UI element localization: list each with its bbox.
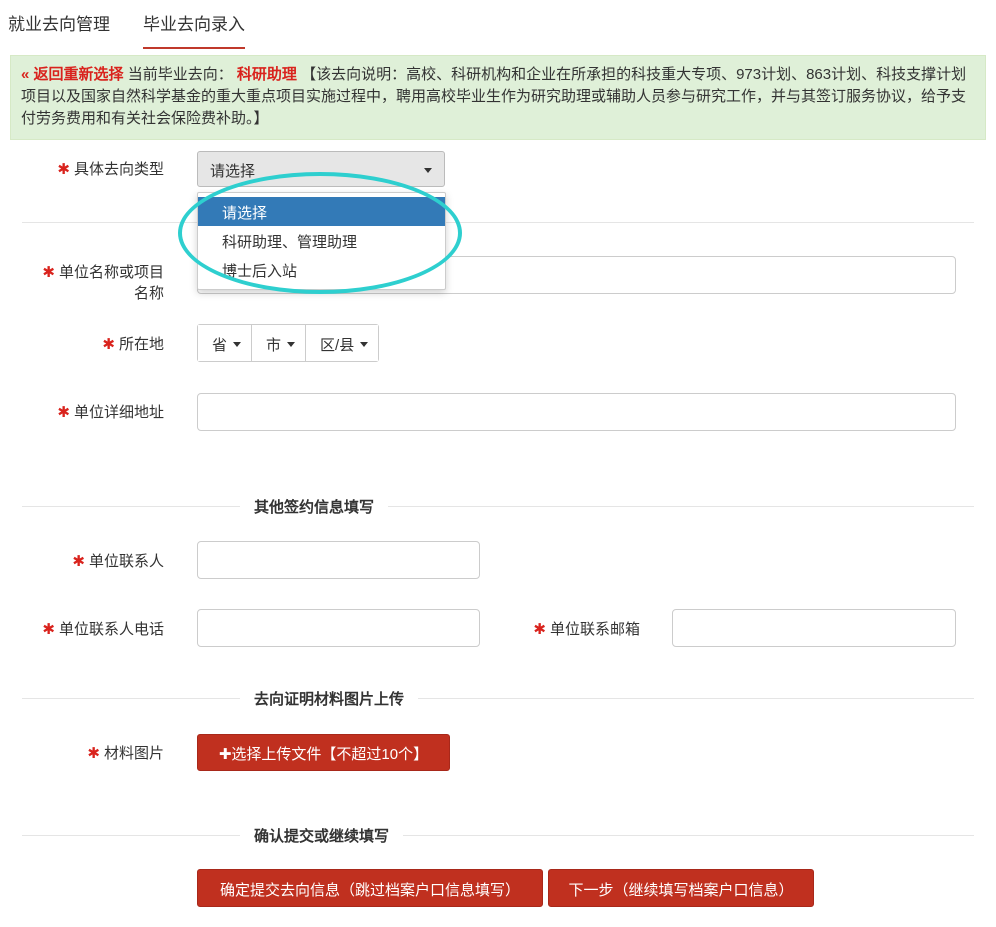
unit-name-label-line2: 名称 (133, 285, 164, 302)
divider (22, 835, 974, 836)
upload-files-button[interactable]: ✚选择上传文件【不超过10个】 (197, 734, 450, 771)
contact-phone-label-text: 单位联系人电话 (58, 621, 164, 638)
tab-employment-management[interactable]: 就业去向管理 (8, 10, 110, 45)
tab-destination-entry[interactable]: 毕业去向录入 (143, 10, 245, 49)
type-option-research-assistant[interactable]: 科研助理、管理助理 (198, 226, 445, 255)
address-label: ✱ 单位详细地址 (20, 401, 164, 422)
contact-person-input[interactable] (197, 541, 480, 579)
destination-notice: « 返回重新选择 当前毕业去向： 科研助理 【该去向说明：高校、科研机构和企业在… (10, 55, 986, 140)
divider (22, 698, 974, 699)
district-dropdown[interactable]: 区/县 (306, 325, 379, 361)
city-text: 市 (266, 337, 282, 354)
required-mark: ✱ (533, 621, 546, 638)
caret-down-icon (360, 342, 369, 347)
type-option-postdoc[interactable]: 博士后入站 (198, 255, 445, 284)
contact-person-label: ✱ 单位联系人 (20, 550, 164, 571)
section-title-confirm: 确认提交或继续填写 (240, 825, 404, 846)
location-label-text: 所在地 (118, 336, 164, 353)
contact-email-input[interactable] (672, 609, 956, 647)
section-title-other: 其他签约信息填写 (240, 496, 389, 517)
type-option-please-select[interactable]: 请选择 (198, 197, 445, 226)
type-select[interactable]: 请选择 (197, 151, 445, 187)
unit-name-label: ✱ 单位名称或项目 名称 (20, 262, 164, 304)
contact-phone-input[interactable] (197, 609, 480, 647)
material-label-text: 材料图片 (103, 745, 164, 762)
province-text: 省 (212, 337, 228, 354)
location-picker: 省 市 区/县 (197, 324, 380, 362)
city-dropdown[interactable]: 市 (252, 325, 307, 361)
caret-down-icon (287, 342, 296, 347)
contact-phone-label: ✱ 单位联系人电话 (20, 618, 164, 639)
required-mark: ✱ (102, 336, 115, 353)
required-mark: ✱ (42, 621, 55, 638)
required-mark: ✱ (87, 745, 100, 762)
unit-name-label-line1: 单位名称或项目 (58, 264, 164, 281)
contact-email-label: ✱ 单位联系邮箱 (500, 618, 640, 639)
current-destination-value: 科研助理 (236, 66, 297, 83)
contact-email-label-text: 单位联系邮箱 (549, 621, 640, 638)
district-text: 区/县 (320, 337, 355, 354)
divider (22, 506, 974, 507)
type-dropdown-menu: 请选择 科研助理、管理助理 博士后入站 (197, 192, 446, 290)
top-tabs: 就业去向管理 毕业去向录入 (0, 0, 996, 49)
submit-destination-button[interactable]: 确定提交去向信息（跳过档案户口信息填写） (197, 869, 543, 907)
current-destination-label: 当前毕业去向： (127, 66, 233, 83)
province-dropdown[interactable]: 省 (198, 325, 253, 361)
caret-down-icon (424, 168, 432, 173)
type-label-text: 具体去向类型 (73, 161, 164, 178)
contact-person-label-text: 单位联系人 (88, 553, 164, 570)
required-mark: ✱ (72, 553, 85, 570)
type-select-value: 请选择 (210, 163, 256, 180)
divider (22, 222, 974, 223)
required-mark: ✱ (57, 404, 70, 421)
address-input[interactable] (197, 393, 956, 431)
location-label: ✱ 所在地 (20, 333, 164, 354)
material-label: ✱ 材料图片 (20, 742, 164, 763)
section-title-upload: 去向证明材料图片上传 (240, 688, 419, 709)
type-label: ✱ 具体去向类型 (20, 158, 164, 179)
required-mark: ✱ (42, 264, 55, 281)
required-mark: ✱ (57, 161, 70, 178)
caret-down-icon (233, 342, 242, 347)
next-step-button[interactable]: 下一步（继续填写档案户口信息） (548, 869, 814, 907)
address-label-text: 单位详细地址 (73, 404, 164, 421)
back-reselect-link[interactable]: « 返回重新选择 (21, 66, 124, 83)
